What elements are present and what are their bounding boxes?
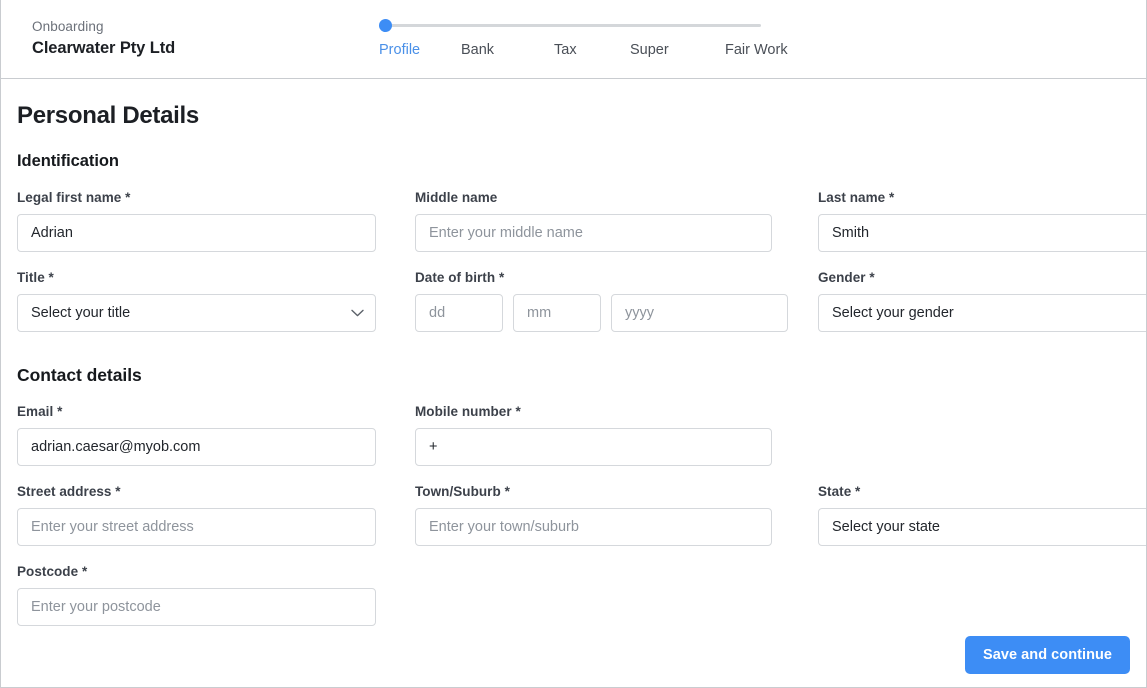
select-state[interactable]: Select your state [818,508,1146,546]
input-email[interactable]: adrian.caesar@myob.com [17,428,376,466]
row-email-mobile: Email * adrian.caesar@myob.com Mobile nu… [17,403,1130,466]
field-middle-name: Middle name Enter your middle name [415,189,772,252]
page-title: Personal Details [17,102,199,129]
label-gender: Gender * [818,270,875,285]
input-street-address[interactable]: Enter your street address [17,508,376,546]
step-super[interactable]: Super [630,39,669,61]
field-state: State * Select your state [818,483,1146,546]
onboarding-page: Onboarding Clearwater Pty Ltd Profile Ba… [0,0,1147,688]
brand-block: Onboarding Clearwater Pty Ltd [32,18,175,59]
select-state-value: Select your state [832,519,940,535]
label-street-address: Street address * [17,484,121,499]
select-title[interactable]: Select your title [17,294,376,332]
field-email: Email * adrian.caesar@myob.com [17,403,376,466]
label-middle-name: Middle name [415,190,498,205]
brand-eyebrow: Onboarding [32,19,104,34]
label-date-of-birth: Date of birth * [415,270,505,285]
label-email: Email * [17,404,63,419]
input-dob-day[interactable]: dd [415,294,503,332]
field-email-spacer [818,403,1146,466]
save-and-continue-button[interactable]: Save and continue [965,636,1130,674]
app-header: Onboarding Clearwater Pty Ltd Profile Ba… [1,0,1146,79]
chevron-down-icon [351,309,364,317]
field-street-address: Street address * Enter your street addre… [17,483,376,546]
form-footer: Save and continue [965,636,1130,674]
row-postcode: Postcode * Enter your postcode [17,563,1130,626]
field-title: Title * Select your title [17,269,376,332]
input-mobile-number[interactable]: + [415,428,772,466]
step-tax[interactable]: Tax [554,39,577,61]
row-address: Street address * Enter your street addre… [17,483,1146,546]
row-names: Legal first name * Adrian Middle name En… [17,189,1146,252]
field-last-name: Last name * Smith [818,189,1146,252]
section-identification-title: Identification [17,152,119,170]
stepper-track [386,24,761,27]
label-title: Title * [17,270,54,285]
company-name: Clearwater Pty Ltd [32,39,176,57]
stepper-labels: Profile Bank Tax Super Fair Work [379,39,788,61]
label-town-suburb: Town/Suburb * [415,484,510,499]
field-date-of-birth: Date of birth * dd mm yyyy [415,269,788,332]
label-legal-first-name: Legal first name * [17,190,131,205]
select-gender-value: Select your gender [832,305,954,321]
input-middle-name[interactable]: Enter your middle name [415,214,772,252]
postcode-spacer-1 [415,563,772,626]
field-town-suburb: Town/Suburb * Enter your town/suburb [415,483,772,546]
input-town-suburb[interactable]: Enter your town/suburb [415,508,772,546]
step-profile[interactable]: Profile [379,39,420,61]
step-bank[interactable]: Bank [461,39,494,61]
input-dob-month[interactable]: mm [513,294,601,332]
field-legal-first-name: Legal first name * Adrian [17,189,376,252]
input-postcode[interactable]: Enter your postcode [17,588,376,626]
input-legal-first-name[interactable]: Adrian [17,214,376,252]
label-last-name: Last name * [818,190,895,205]
date-of-birth-group: dd mm yyyy [415,294,788,332]
form-content: Personal Details Identification Legal fi… [1,101,1146,626]
input-last-name[interactable]: Smith [818,214,1146,252]
input-dob-year[interactable]: yyyy [611,294,788,332]
select-gender[interactable]: Select your gender [818,294,1146,332]
field-postcode: Postcode * Enter your postcode [17,563,376,626]
label-postcode: Postcode * [17,564,88,579]
postcode-spacer-2 [818,563,1146,626]
field-gender: Gender * Select your gender [818,269,1146,332]
select-title-value: Select your title [31,305,131,321]
row-title-dob-gender: Title * Select your title Date of birth … [17,269,1146,332]
label-mobile-number: Mobile number * [415,404,521,419]
section-contact-title: Contact details [17,365,142,385]
label-state: State * [818,484,861,499]
stepper-current-dot [379,19,392,32]
field-mobile-number: Mobile number * + [415,403,772,466]
step-fair-work[interactable]: Fair Work [725,39,788,61]
